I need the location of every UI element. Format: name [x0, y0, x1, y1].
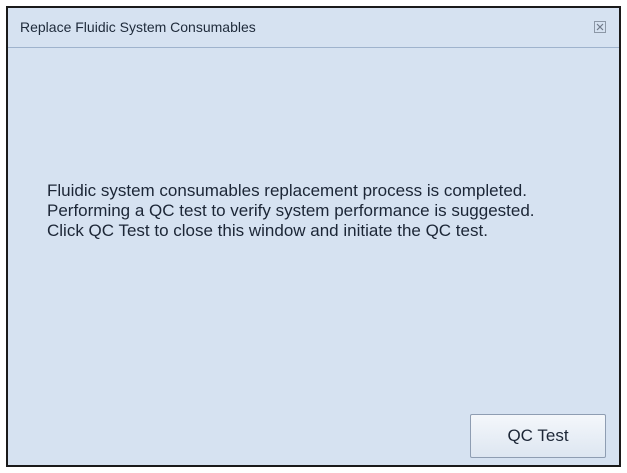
dialog-content: Fluidic system consumables replacement p… [8, 48, 619, 465]
completion-message: Fluidic system consumables replacement p… [47, 181, 535, 240]
replace-consumables-dialog: Replace Fluidic System Consumables Fluid… [6, 6, 621, 467]
close-button[interactable] [591, 18, 609, 36]
dialog-title-bar: Replace Fluidic System Consumables [8, 8, 619, 48]
dialog-title: Replace Fluidic System Consumables [20, 19, 256, 35]
qc-test-button[interactable]: QC Test [470, 414, 606, 458]
close-icon [594, 21, 606, 33]
